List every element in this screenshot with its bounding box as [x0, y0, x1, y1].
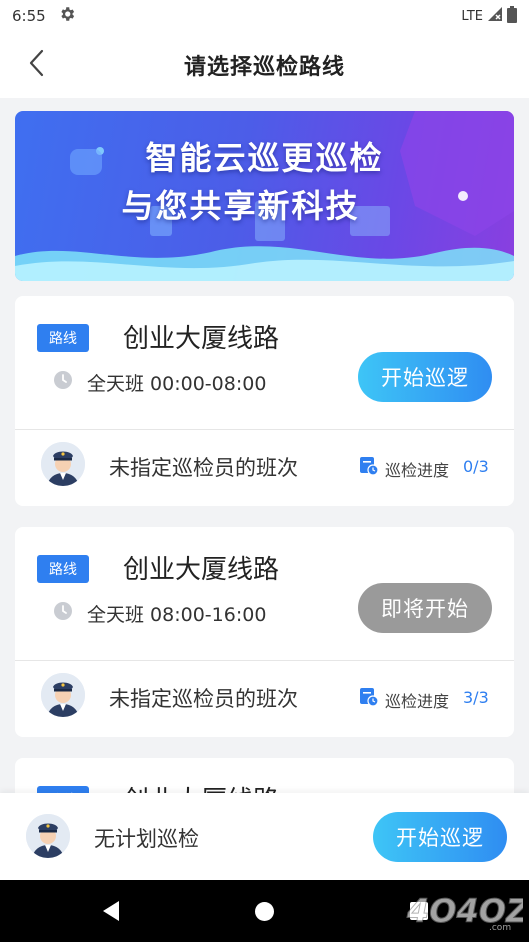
status-bar: 6:55 LTE — [0, 0, 529, 32]
assignee-text: 未指定巡检员的班次 — [109, 456, 298, 480]
status-right: LTE — [461, 5, 517, 27]
shift-time: 全天班 00:00-08:00 — [87, 373, 267, 395]
banner-line-1: 智能云巡更巡检 — [145, 139, 384, 177]
signal-icon — [487, 6, 503, 26]
promo-banner: 智能云巡更巡检 与您共享新科技 — [15, 111, 514, 281]
progress-label: 巡检进度 — [385, 461, 450, 480]
progress-icon — [359, 687, 379, 707]
back-button[interactable] — [18, 46, 56, 84]
route-tag: 路线 — [37, 555, 89, 583]
route-card-top: 路线 创业大厦线路 全天班 08:00-16:00 即将开始 — [15, 527, 514, 661]
guard-avatar — [41, 673, 85, 717]
progress-icon — [359, 456, 379, 476]
start-unplanned-patrol-button[interactable]: 开始巡逻 — [373, 812, 507, 862]
route-name: 创业大厦线路 — [123, 555, 280, 585]
shift-time: 全天班 08:00-16:00 — [87, 604, 267, 626]
route-card: 路线 创业大厦线路 全天班 08:00-16:00 即将开始 未指定巡检员的班次… — [15, 527, 514, 737]
start-patrol-button[interactable]: 开始巡逻 — [358, 352, 492, 402]
header: 请选择巡检路线 — [0, 32, 529, 98]
chevron-left-icon — [26, 48, 48, 82]
page-title: 请选择巡检路线 — [183, 55, 345, 80]
nav-back-icon[interactable] — [101, 900, 121, 926]
progress-value: 0/3 — [463, 457, 489, 476]
watermark-logo: 4O4OZ .com — [403, 888, 529, 934]
nav-home-icon[interactable] — [255, 902, 274, 921]
route-name: 创业大厦线路 — [123, 324, 280, 354]
status-time: 6:55 — [12, 7, 46, 25]
battery-icon — [507, 5, 517, 27]
network-type: LTE — [461, 8, 483, 24]
route-card-bottom: 未指定巡检员的班次 巡检进度 0/3 — [15, 430, 514, 506]
assignee-text: 未指定巡检员的班次 — [109, 687, 298, 711]
route-card: 路线 创业大厦线路 全天班 00:00-08:00 开始巡逻 未指定巡检员的班次… — [15, 296, 514, 506]
route-card-bottom: 未指定巡检员的班次 巡检进度 3/3 — [15, 661, 514, 737]
svg-text:.com: .com — [489, 923, 511, 933]
progress-value: 3/3 — [463, 688, 489, 707]
route-tag: 路线 — [37, 324, 89, 352]
clock-icon — [53, 370, 73, 390]
gear-icon — [58, 5, 76, 27]
system-nav-bar: 4O4OZ .com — [0, 880, 529, 942]
guard-avatar — [26, 814, 70, 858]
route-card-top: 路线 创业大厦线路 全天班 00:00-08:00 开始巡逻 — [15, 296, 514, 430]
clock-icon — [53, 601, 73, 621]
unplanned-patrol-bar: 无计划巡检 开始巡逻 — [0, 793, 529, 880]
unplanned-patrol-label: 无计划巡检 — [94, 827, 199, 851]
banner-line-2: 与您共享新科技 — [121, 187, 360, 225]
guard-avatar — [41, 442, 85, 486]
upcoming-button[interactable]: 即将开始 — [358, 583, 492, 633]
progress-label: 巡检进度 — [385, 692, 450, 711]
